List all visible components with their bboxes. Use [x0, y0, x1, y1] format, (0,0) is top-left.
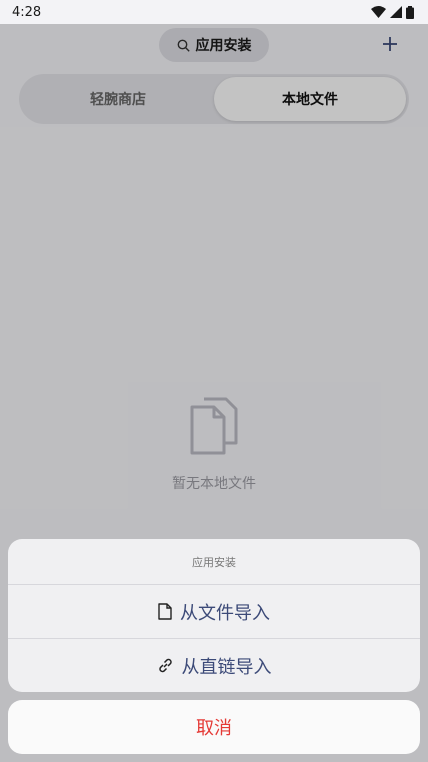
- signal-icon: [390, 6, 402, 18]
- file-icon: [158, 603, 172, 620]
- import-from-file-button[interactable]: 从文件导入: [8, 584, 420, 638]
- import-from-file-label: 从文件导入: [180, 602, 270, 624]
- status-icons: [371, 5, 414, 19]
- link-icon: [158, 658, 172, 673]
- cancel-label: 取消: [196, 718, 232, 739]
- status-bar: 4:28: [0, 0, 428, 24]
- status-time: 4:28: [12, 4, 42, 20]
- import-from-link-label: 从直链导入: [181, 656, 272, 678]
- wifi-icon: [371, 6, 386, 18]
- battery-icon: [406, 5, 414, 19]
- cancel-button[interactable]: 取消: [8, 700, 420, 754]
- action-sheet-title: 应用安装: [192, 555, 236, 569]
- action-sheet: 应用安装 从文件导入 从直链导入: [8, 539, 420, 692]
- import-from-link-button[interactable]: 从直链导入: [8, 638, 420, 692]
